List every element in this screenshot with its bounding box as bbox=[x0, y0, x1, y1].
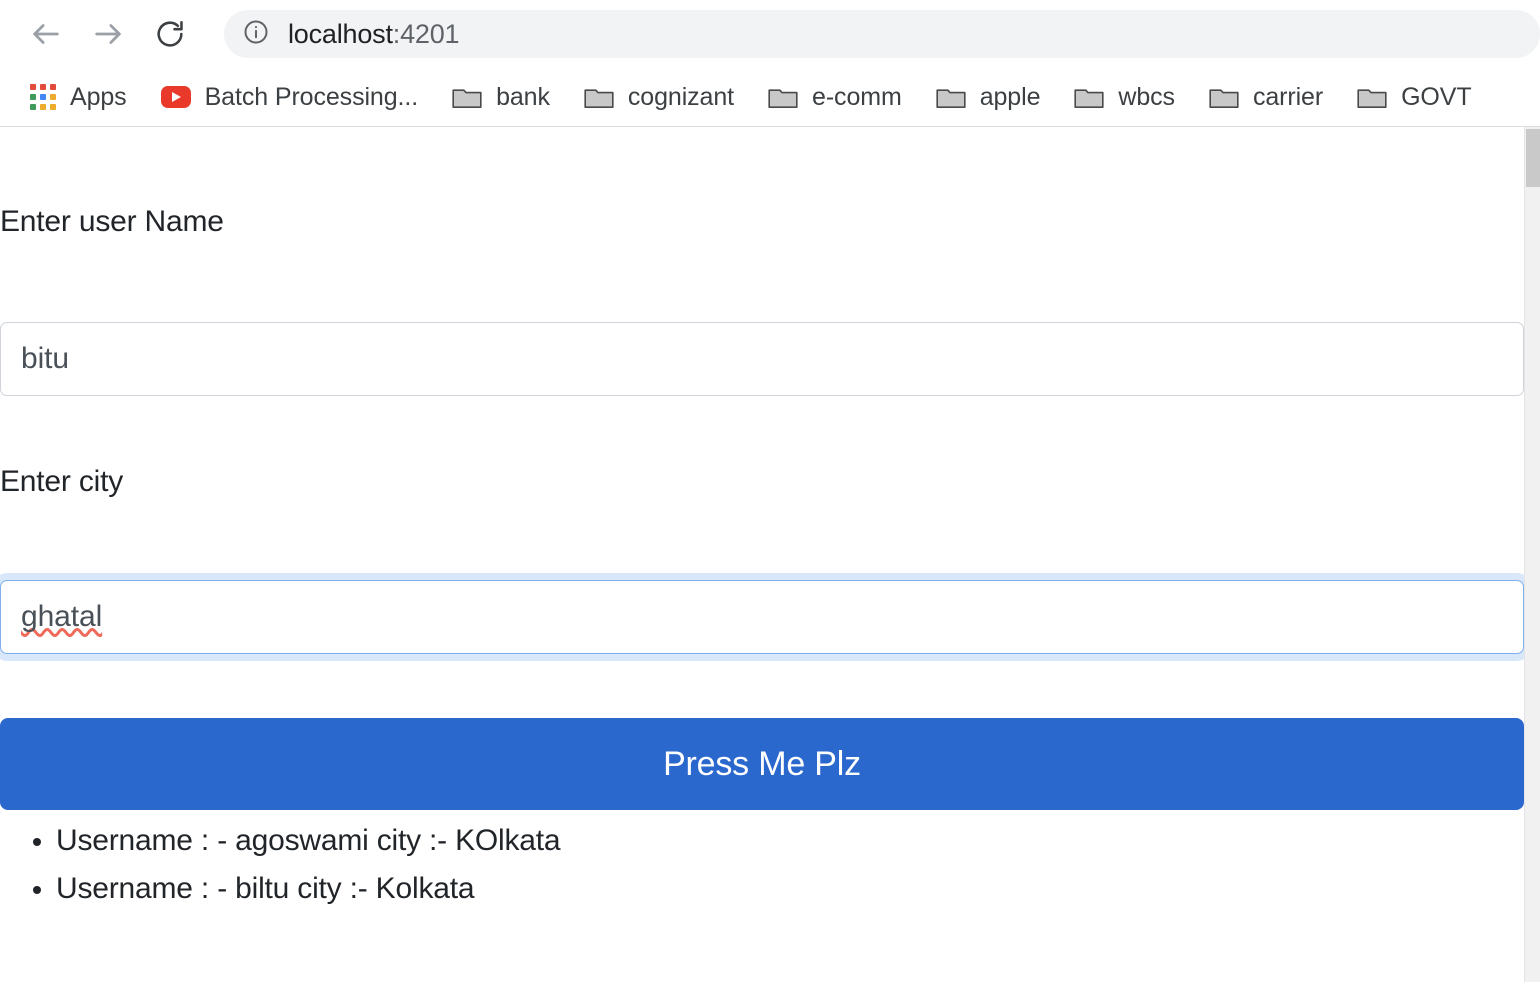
submit-button-wrap: Press Me Plz bbox=[0, 718, 1524, 810]
bookmark-apps[interactable]: Apps bbox=[20, 76, 137, 118]
press-me-button[interactable]: Press Me Plz bbox=[0, 718, 1524, 810]
bookmark-govt[interactable]: GOVT bbox=[1347, 76, 1481, 118]
bookmark-label: Apps bbox=[70, 82, 127, 111]
username-input-wrap: bitu bbox=[0, 322, 1524, 396]
folder-icon bbox=[1074, 85, 1104, 109]
app-root: Enter user Name bitu Enter city ghatal P… bbox=[0, 127, 1524, 982]
arrow-right-icon bbox=[91, 17, 125, 51]
bookmark-label: Batch Processing... bbox=[204, 82, 419, 111]
forward-button[interactable] bbox=[84, 10, 132, 58]
username-label: Enter user Name bbox=[0, 205, 224, 238]
bookmark-batch-processing[interactable]: Batch Processing... bbox=[151, 76, 428, 118]
list-item: Username : - agoswami city :- KOlkata bbox=[56, 817, 1524, 865]
bookmark-label: wbcs bbox=[1118, 82, 1175, 111]
bookmark-label: bank bbox=[496, 82, 550, 111]
page-viewport: Enter user Name bitu Enter city ghatal P… bbox=[0, 127, 1540, 982]
bookmark-carrier[interactable]: carrier bbox=[1199, 76, 1333, 118]
folder-icon bbox=[768, 85, 798, 109]
folder-icon bbox=[1209, 85, 1239, 109]
page-scrollbar[interactable] bbox=[1524, 127, 1540, 982]
bookmarks-bar: Apps Batch Processing... bank cognizant bbox=[0, 68, 1540, 126]
url-host: localhost bbox=[288, 18, 393, 49]
browser-window: localhost:4201 Apps Batch Processing... bbox=[0, 0, 1540, 982]
bookmark-e-comm[interactable]: e-comm bbox=[758, 76, 912, 118]
username-input[interactable]: bitu bbox=[0, 322, 1524, 396]
city-input[interactable]: ghatal bbox=[0, 580, 1524, 654]
url-text: localhost:4201 bbox=[288, 19, 459, 50]
url-port: :4201 bbox=[392, 18, 460, 49]
city-input-wrap: ghatal bbox=[0, 580, 1524, 654]
reload-icon bbox=[154, 18, 186, 50]
apps-grid-icon bbox=[30, 84, 56, 110]
youtube-icon bbox=[160, 86, 191, 108]
folder-icon bbox=[936, 85, 966, 109]
city-input-value: ghatal bbox=[21, 600, 103, 633]
reload-button[interactable] bbox=[146, 10, 194, 58]
info-circle-icon[interactable] bbox=[242, 18, 270, 51]
folder-icon bbox=[584, 85, 614, 109]
bookmark-label: cognizant bbox=[627, 82, 735, 111]
bookmark-bank[interactable]: bank bbox=[442, 76, 560, 118]
username-label-wrap: Enter user Name bbox=[0, 205, 224, 239]
browser-toolbar: localhost:4201 bbox=[0, 0, 1540, 68]
bookmark-label: carrier bbox=[1252, 82, 1324, 111]
results-wrap: Username : - agoswami city :- KOlkata Us… bbox=[0, 817, 1524, 913]
address-bar[interactable]: localhost:4201 bbox=[224, 10, 1540, 58]
arrow-left-icon bbox=[29, 17, 63, 51]
bookmark-wbcs[interactable]: wbcs bbox=[1064, 76, 1185, 118]
bookmark-label: e-comm bbox=[812, 82, 902, 111]
city-label-wrap: Enter city bbox=[0, 465, 123, 499]
back-button[interactable] bbox=[22, 10, 70, 58]
list-item: Username : - biltu city :- Kolkata bbox=[56, 865, 1524, 913]
results-list: Username : - agoswami city :- KOlkata Us… bbox=[0, 817, 1524, 913]
bookmark-label: apple bbox=[979, 82, 1041, 111]
bookmark-cognizant[interactable]: cognizant bbox=[574, 76, 744, 118]
username-input-value: bitu bbox=[21, 342, 69, 375]
bookmark-apple[interactable]: apple bbox=[926, 76, 1051, 118]
scrollbar-thumb[interactable] bbox=[1526, 129, 1540, 187]
folder-icon bbox=[1357, 85, 1387, 109]
folder-icon bbox=[452, 85, 482, 109]
city-label: Enter city bbox=[0, 465, 124, 498]
bookmark-label: GOVT bbox=[1401, 82, 1472, 111]
